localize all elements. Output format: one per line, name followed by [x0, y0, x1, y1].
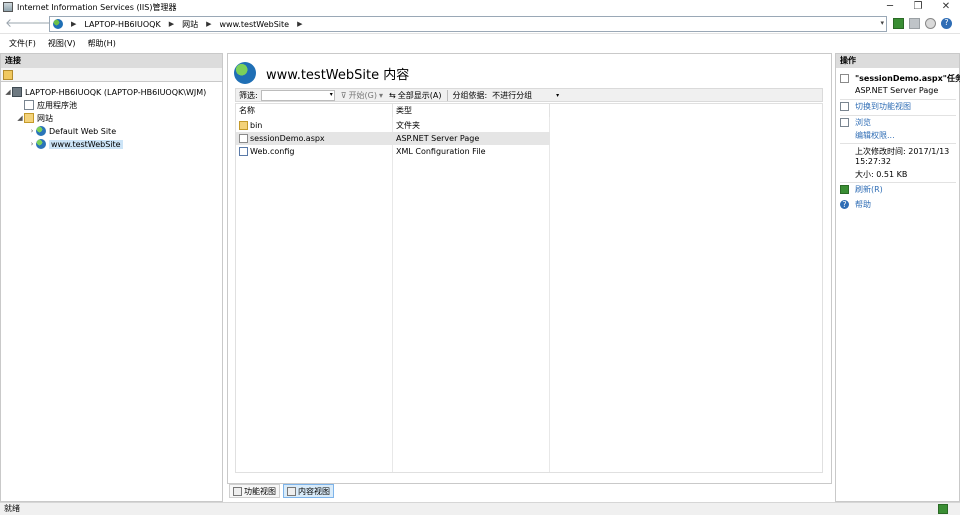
- tree-item-app-pools[interactable]: 应用程序池: [16, 99, 77, 111]
- page-title: www.testWebSite 内容: [266, 67, 410, 83]
- globe-icon: [36, 126, 46, 136]
- connections-header: 连接: [1, 54, 222, 68]
- edit-permissions-link[interactable]: 编辑权限...: [855, 130, 895, 141]
- new-connection-icon[interactable]: [3, 70, 13, 80]
- minimize-button[interactable]: ─: [876, 0, 904, 14]
- tab-content-view[interactable]: 内容视图: [283, 484, 334, 498]
- address-bar[interactable]: ▶ LAPTOP-HB6IUOQK ▶ 网站 ▶ www.testWebSite…: [49, 16, 887, 32]
- tree-item-server[interactable]: ◢ LAPTOP-HB6IUOQK (LAPTOP-HB6IUOQK\WJM): [4, 86, 206, 98]
- switch-features-view-link[interactable]: 切换到功能视图: [840, 101, 911, 112]
- chevron-down-icon: ▾: [556, 91, 560, 99]
- tree-item-default-site[interactable]: › Default Web Site: [28, 125, 116, 137]
- maximize-button[interactable]: ❐: [904, 0, 932, 14]
- list-item[interactable]: sessionDemo.aspx ASP.NET Server Page: [236, 132, 550, 145]
- task-subtitle: ASP.NET Server Page: [855, 86, 939, 95]
- iis-app-icon: [3, 2, 13, 12]
- chevron-down-icon: ▾: [379, 90, 384, 100]
- title-bar: Internet Information Services (IIS)管理器 ─…: [0, 0, 960, 14]
- connections-pane: 连接 ◢ LAPTOP-HB6IUOQK (LAPTOP-HB6IUOQK\WJ…: [0, 53, 223, 502]
- chevron-down-icon[interactable]: ▾: [880, 19, 884, 27]
- site-globe-icon: [234, 62, 256, 84]
- tab-features-view[interactable]: 功能视图: [229, 484, 280, 498]
- breadcrumb-site[interactable]: www.testWebSite: [219, 20, 289, 29]
- show-all-icon: ⇆: [389, 90, 396, 100]
- status-bar: 就绪: [0, 502, 960, 515]
- server-icon: [12, 87, 22, 97]
- chevron-down-icon: ▾: [329, 90, 333, 98]
- group-by-select[interactable]: 不进行分组 ▾: [490, 90, 560, 101]
- collapse-icon[interactable]: ›: [28, 140, 36, 148]
- filter-bar: 筛选: ▾ ⊽ 开始(G) ▾ ⇆ 全部显示(A) 分组依据: 不进行分组 ▾: [235, 88, 823, 102]
- page-icon: [840, 74, 849, 83]
- list-item[interactable]: bin 文件夹: [236, 119, 550, 132]
- menu-file[interactable]: 文件(F): [9, 38, 36, 49]
- close-button[interactable]: ✕: [932, 0, 960, 14]
- config-icon: [239, 147, 248, 156]
- network-status-icon: [938, 504, 948, 514]
- group-by-label: 分组依据:: [452, 90, 488, 100]
- folder-icon: [239, 121, 248, 130]
- collapse-icon[interactable]: ›: [28, 127, 36, 135]
- column-header-type[interactable]: 类型: [393, 104, 550, 117]
- column-header-name[interactable]: 名称: [236, 104, 393, 117]
- features-view-icon: [233, 486, 242, 496]
- app-pool-icon: [24, 100, 34, 110]
- breadcrumb-sites[interactable]: 网站: [182, 19, 198, 30]
- tree-item-test-site[interactable]: › www.testWebSite: [28, 138, 123, 150]
- filter-input[interactable]: ▾: [260, 89, 335, 101]
- content-view-icon: [287, 486, 296, 496]
- browse-link[interactable]: 浏览: [840, 117, 871, 128]
- features-view-icon: [840, 102, 849, 111]
- file-size: 大小: 0.51 KB: [855, 170, 908, 179]
- menu-bar: 文件(F) 视图(V) 帮助(H): [0, 35, 960, 52]
- refresh-icon: [840, 185, 849, 194]
- back-button[interactable]: 🡐: [5, 17, 37, 31]
- page-icon: [239, 134, 248, 143]
- browse-icon: [840, 118, 849, 127]
- user-icon[interactable]: [925, 18, 936, 29]
- list-header: 名称 类型: [236, 104, 824, 117]
- content-list: 名称 类型 bin 文件夹 sessionDemo.aspx ASP.NET S…: [235, 103, 823, 473]
- modified-date: 上次修改时间: 2017/1/13: [855, 147, 950, 156]
- connections-toolbar: [1, 68, 222, 82]
- stop-icon[interactable]: [909, 18, 920, 29]
- page-header: www.testWebSite 内容: [234, 62, 409, 84]
- breadcrumb-server[interactable]: LAPTOP-HB6IUOQK: [84, 20, 160, 29]
- view-tabs: 功能视图 内容视图: [229, 484, 334, 499]
- globe-icon: [53, 19, 63, 29]
- content-pane: www.testWebSite 内容 筛选: ▾ ⊽ 开始(G) ▾ ⇆ 全部显…: [227, 53, 832, 484]
- window-title: Internet Information Services (IIS)管理器: [17, 2, 177, 12]
- list-item[interactable]: Web.config XML Configuration File: [236, 145, 550, 158]
- address-toolbar: 🡐 🡒 ▶ LAPTOP-HB6IUOQK ▶ 网站 ▶ www.testWeb…: [0, 14, 960, 34]
- tree-item-sites[interactable]: ◢ 网站: [16, 112, 53, 124]
- forward-button[interactable]: 🡒: [24, 17, 56, 31]
- connect-icon[interactable]: [893, 18, 904, 29]
- menu-view[interactable]: 视图(V): [48, 38, 76, 49]
- menu-help[interactable]: 帮助(H): [88, 38, 116, 49]
- modified-time: 15:27:32: [855, 157, 891, 166]
- show-all-button[interactable]: ⇆ 全部显示(A): [389, 90, 441, 101]
- status-text: 就绪: [4, 504, 20, 513]
- filter-label: 筛选:: [239, 90, 258, 100]
- start-filter-button[interactable]: ⊽ 开始(G) ▾: [341, 90, 383, 101]
- breadcrumb: ▶ LAPTOP-HB6IUOQK ▶ 网站 ▶ www.testWebSite…: [71, 19, 303, 30]
- expand-icon[interactable]: ◢: [16, 114, 24, 122]
- help-icon[interactable]: ?: [941, 18, 952, 29]
- globe-icon: [36, 139, 46, 149]
- expand-icon[interactable]: ◢: [4, 88, 12, 96]
- actions-header: 操作: [836, 54, 959, 68]
- funnel-icon: ⊽: [340, 90, 347, 100]
- divider: [447, 89, 449, 101]
- sites-folder-icon: [24, 113, 34, 123]
- help-link[interactable]: ? 帮助: [840, 199, 871, 210]
- task-title: "sessionDemo.aspx"任务: [840, 73, 960, 84]
- refresh-link[interactable]: 刷新(R): [840, 184, 883, 195]
- help-icon: ?: [840, 200, 849, 209]
- actions-pane: 操作 "sessionDemo.aspx"任务 ASP.NET Server P…: [835, 53, 960, 502]
